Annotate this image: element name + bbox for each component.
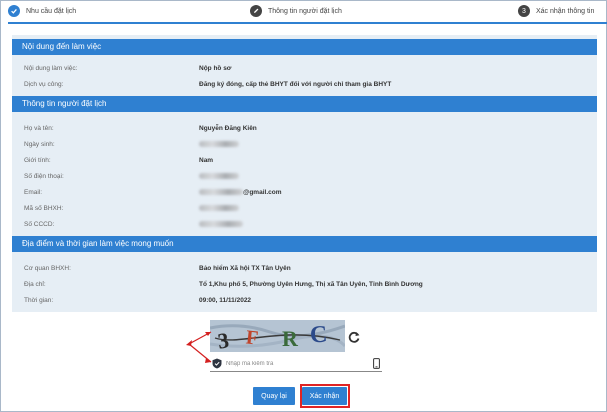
info-row: Email: @gmail.com bbox=[12, 184, 597, 200]
row-label: Thời gian: bbox=[24, 296, 54, 304]
confirmation-panel: Nội dung đến làm việc Nội dung làm việc:… bbox=[12, 35, 597, 312]
row-value: Nguyễn Đăng Kiên bbox=[199, 124, 257, 132]
row-label: Nội dung làm việc: bbox=[24, 64, 78, 72]
section-person-header: Thông tin người đặt lịch bbox=[12, 96, 597, 112]
info-row: Ngày sinh: bbox=[12, 136, 597, 152]
info-row: Nội dung làm việc: Nộp hồ sơ bbox=[12, 60, 597, 76]
info-row: Cơ quan BHXH: Bảo hiểm Xã hội TX Tân Uyê… bbox=[12, 260, 597, 276]
row-label: Cơ quan BHXH: bbox=[24, 264, 71, 272]
info-row: Địa chỉ: Tổ 1,Khu phố 5, Phường Uyên Hưn… bbox=[12, 276, 597, 292]
check-icon bbox=[8, 5, 20, 17]
row-label: Ngày sinh: bbox=[24, 140, 55, 148]
row-value: Nộp hồ sơ bbox=[199, 64, 232, 72]
section-place-header: Địa điểm và thời gian làm việc mong muốn bbox=[12, 236, 597, 252]
captcha-image: 3 F R C bbox=[210, 320, 345, 352]
row-label: Họ và tên: bbox=[24, 124, 54, 132]
info-row: Giới tính: Nam bbox=[12, 152, 597, 168]
step-2-label: Thông tin người đặt lịch bbox=[268, 7, 342, 15]
email-domain: @gmail.com bbox=[243, 188, 282, 196]
row-label: Email: bbox=[24, 188, 43, 196]
row-value-redacted bbox=[199, 172, 239, 180]
info-row: Dịch vụ công: Đăng ký đóng, cấp thẻ BHYT… bbox=[12, 76, 597, 92]
shield-icon bbox=[212, 358, 222, 369]
row-value: 09:00, 11/11/2022 bbox=[199, 296, 252, 304]
confirm-button[interactable]: Xác nhận bbox=[302, 387, 347, 405]
info-row: Thời gian: 09:00, 11/11/2022 bbox=[12, 292, 597, 308]
step-3-label: Xác nhận thông tin bbox=[536, 7, 595, 15]
row-value: Nam bbox=[199, 156, 214, 164]
row-label: Giới tính: bbox=[24, 156, 51, 164]
row-value-redacted bbox=[199, 140, 239, 148]
row-label: Số CCCD: bbox=[24, 220, 55, 228]
step-1-label: Nhu cầu đặt lịch bbox=[26, 7, 77, 15]
row-label: Dịch vụ công: bbox=[24, 80, 64, 88]
captcha-field bbox=[210, 356, 382, 372]
row-value-redacted bbox=[199, 204, 239, 212]
row-label: Số điện thoại: bbox=[24, 172, 64, 180]
row-label: Mã số BHXH: bbox=[24, 204, 64, 212]
refresh-icon[interactable] bbox=[347, 330, 361, 344]
back-button[interactable]: Quay lại bbox=[253, 387, 295, 405]
row-value: Tổ 1,Khu phố 5, Phường Uyên Hưng, Thị xã… bbox=[199, 280, 423, 288]
pencil-icon bbox=[250, 5, 262, 17]
row-value: Đăng ký đóng, cấp thẻ BHYT đối với người… bbox=[199, 80, 392, 88]
row-label: Địa chỉ: bbox=[24, 280, 46, 288]
info-row: Họ và tên: Nguyễn Đăng Kiên bbox=[12, 120, 597, 136]
captcha-input[interactable] bbox=[226, 358, 366, 370]
row-value: @gmail.com bbox=[199, 189, 282, 196]
captcha-char: R bbox=[282, 326, 299, 351]
info-row: Số điện thoại: bbox=[12, 168, 597, 184]
step-3-number: 3 bbox=[518, 5, 530, 17]
step-3[interactable]: 3 Xác nhận thông tin bbox=[518, 4, 594, 18]
row-value-redacted bbox=[199, 220, 243, 228]
phone-icon[interactable] bbox=[373, 358, 380, 369]
captcha-char: F bbox=[245, 326, 259, 349]
info-row: Mã số BHXH: bbox=[12, 200, 597, 216]
section-work-header: Nội dung đến làm việc bbox=[12, 39, 597, 55]
progress-line bbox=[8, 22, 607, 24]
info-row: Số CCCD: bbox=[12, 216, 597, 232]
captcha-char: C bbox=[309, 322, 328, 349]
step-1[interactable]: Nhu cầu đặt lịch bbox=[8, 4, 76, 18]
row-value: Bảo hiểm Xã hội TX Tân Uyên bbox=[199, 264, 291, 272]
step-2[interactable]: Thông tin người đặt lịch bbox=[250, 4, 342, 18]
step-progress: Nhu cầu đặt lịch Thông tin người đặt lịc… bbox=[0, 0, 607, 26]
